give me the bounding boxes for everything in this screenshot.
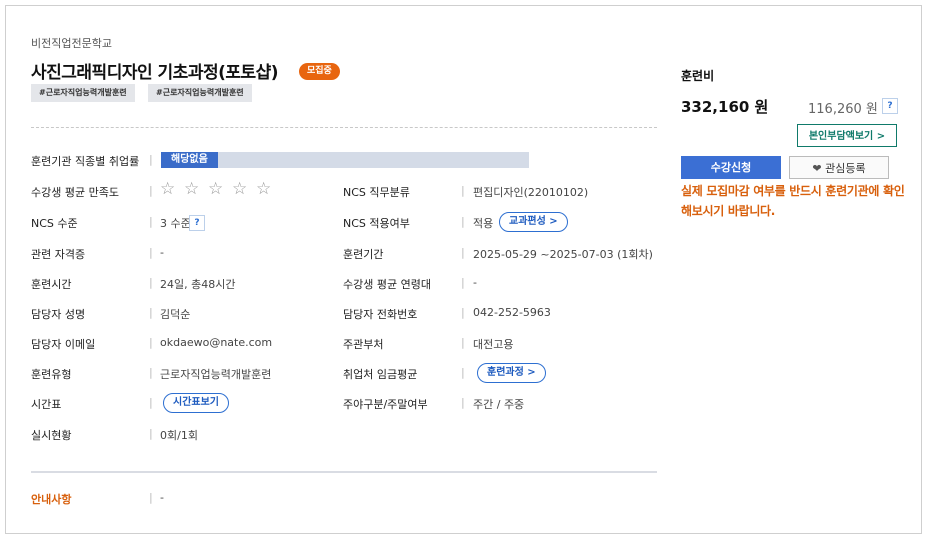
star-empty-icon: ☆ bbox=[184, 179, 200, 199]
star-empty-icon: ☆ bbox=[232, 179, 248, 199]
deadline-warning: 실제 모집마감 여부를 반드시 훈련기관에 확인해보시기 바랍니다. bbox=[681, 184, 905, 218]
ncs-category-value: 편집디자인(22010102) bbox=[473, 186, 589, 199]
email-label: 담당자 이메일 bbox=[31, 338, 96, 351]
self-pay-amount: 116,260 원 bbox=[808, 102, 878, 117]
phone-value: 042-252-5963 bbox=[473, 306, 551, 319]
divider-solid bbox=[31, 471, 657, 473]
separator: | bbox=[461, 336, 465, 349]
divider-dashed bbox=[31, 127, 657, 128]
separator: | bbox=[461, 396, 465, 409]
cert-label: 관련 자격증 bbox=[31, 248, 86, 261]
schedule-label: 시간표 bbox=[31, 398, 62, 411]
notice-value: - bbox=[160, 491, 164, 504]
separator: | bbox=[461, 276, 465, 289]
ncs-level-label: NCS 수준 bbox=[31, 217, 78, 230]
enroll-value: 0회/1회 bbox=[160, 429, 198, 442]
age-label: 수강생 평균 연령대 bbox=[343, 278, 431, 291]
satisfaction-label: 수강생 평균 만족도 bbox=[31, 186, 119, 199]
page-frame bbox=[5, 5, 922, 534]
employment-rate-label: 훈련기관 직종별 취업률 bbox=[31, 155, 140, 168]
contact-name-value: 김덕순 bbox=[160, 308, 191, 321]
ncs-applied-label: NCS 적용여부 bbox=[343, 217, 410, 230]
self-pay-button[interactable]: 본인부담액보기 > bbox=[797, 124, 897, 147]
heart-icon: ❤ bbox=[812, 162, 822, 175]
separator: | bbox=[149, 184, 153, 197]
fee-amount: 332,160 원 bbox=[681, 98, 769, 116]
daynight-value: 주간 / 주중 bbox=[473, 398, 525, 411]
separator: | bbox=[461, 366, 465, 379]
schedule-button[interactable]: 시간표보기 bbox=[163, 393, 229, 413]
separator: | bbox=[149, 336, 153, 349]
daynight-label: 주야구분/주말여부 bbox=[343, 398, 428, 411]
ncs-level-value: 3 수준 bbox=[160, 217, 191, 230]
separator: | bbox=[149, 427, 153, 440]
hours-label: 훈련시간 bbox=[31, 278, 72, 291]
separator: | bbox=[149, 306, 153, 319]
hours-value: 24일, 총48시간 bbox=[160, 278, 236, 291]
course-title: 사진그래픽디자인 기초과정(포토샵) bbox=[31, 63, 279, 83]
separator: | bbox=[149, 396, 153, 409]
type-label: 훈련유형 bbox=[31, 368, 72, 381]
cert-value: - bbox=[160, 246, 164, 259]
employment-rate-value: 해당없음 bbox=[161, 152, 218, 168]
ncs-category-label: NCS 직무분류 bbox=[343, 186, 410, 199]
status-badge: 모집중 bbox=[299, 63, 340, 80]
help-icon[interactable]: ? bbox=[189, 215, 205, 231]
separator: | bbox=[149, 246, 153, 259]
email-value: okdaewo@nate.com bbox=[160, 336, 273, 349]
phone-label: 담당자 전화번호 bbox=[343, 308, 418, 321]
separator: | bbox=[149, 276, 153, 289]
training-course-button[interactable]: 훈련과정 > bbox=[477, 363, 546, 383]
wage-label: 취업처 임금평균 bbox=[343, 368, 418, 381]
separator: | bbox=[149, 491, 153, 504]
apply-button[interactable]: 수강신청 bbox=[681, 156, 781, 179]
star-empty-icon: ☆ bbox=[208, 179, 224, 199]
ministry-value: 대전고용 bbox=[473, 338, 514, 351]
separator: | bbox=[149, 153, 153, 166]
favorite-button[interactable]: ❤ 관심등록 bbox=[789, 156, 889, 179]
favorite-label: 관심등록 bbox=[825, 162, 866, 175]
separator: | bbox=[149, 215, 153, 228]
tag-2[interactable]: #근로자직업능력개발훈련 bbox=[148, 84, 252, 102]
enroll-label: 실시현황 bbox=[31, 429, 72, 442]
ministry-label: 주관부처 bbox=[343, 338, 384, 351]
separator: | bbox=[461, 215, 465, 228]
star-empty-icon: ☆ bbox=[256, 179, 272, 199]
tag-1[interactable]: #근로자직업능력개발훈련 bbox=[31, 84, 135, 102]
separator: | bbox=[461, 246, 465, 259]
type-value: 근로자직업능력개발훈련 bbox=[160, 368, 272, 381]
separator: | bbox=[149, 366, 153, 379]
contact-name-label: 담당자 성명 bbox=[31, 308, 86, 321]
separator: | bbox=[461, 184, 465, 197]
notice-label: 안내사항 bbox=[31, 493, 72, 506]
period-label: 훈련기간 bbox=[343, 248, 384, 261]
star-empty-icon: ☆ bbox=[160, 179, 176, 199]
age-value: - bbox=[473, 276, 477, 289]
fee-label: 훈련비 bbox=[681, 69, 715, 83]
curriculum-button[interactable]: 교과편성 > bbox=[499, 212, 568, 232]
help-icon[interactable]: ? bbox=[882, 98, 898, 114]
separator: | bbox=[461, 306, 465, 319]
school-name[interactable]: 비전직업전문학교 bbox=[31, 35, 112, 51]
ncs-applied-value: 적용 bbox=[473, 217, 494, 230]
period-value: 2025-05-29 ~2025-07-03 (1회차) bbox=[473, 248, 653, 261]
